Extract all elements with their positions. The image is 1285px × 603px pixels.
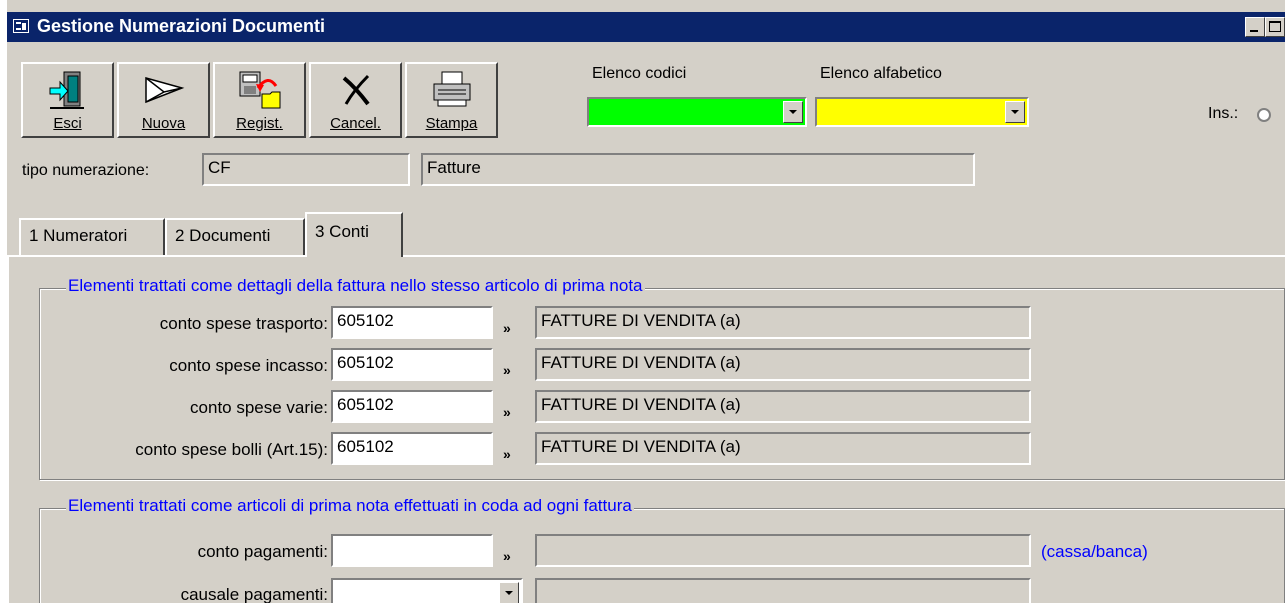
save-register-icon — [239, 71, 280, 109]
conto-pagamenti-description — [535, 534, 1031, 567]
tab-documenti-label: 2 Documenti — [175, 226, 271, 245]
maximize-icon — [1269, 21, 1281, 32]
row-label: conto pagamenti: — [197, 542, 328, 561]
causale-pagamenti-combo[interactable] — [331, 578, 523, 603]
group-articoli-title: Elementi trattati come articoli di prima… — [66, 496, 634, 516]
tipo-description-field[interactable]: Fatture — [421, 153, 975, 186]
lookup-chevron-icon[interactable]: » — [503, 362, 511, 378]
nuova-label: Nuova — [141, 115, 186, 132]
conto-incasso-description: FATTURE DI VENDITA (a) — [535, 348, 1031, 381]
stampa-label: Stampa — [425, 115, 478, 132]
tipo-code-field[interactable]: CF — [202, 153, 410, 186]
tab-conti-label: 3 Conti — [315, 222, 369, 241]
esci-button[interactable]: Esci — [21, 62, 114, 138]
delete-x-icon — [342, 74, 370, 106]
window-title: Gestione Numerazioni Documenti — [37, 16, 326, 36]
row-label: conto spese bolli (Art.15): — [135, 440, 328, 459]
form-icon — [13, 19, 29, 33]
exit-door-icon — [49, 71, 84, 109]
esci-label: Esci — [53, 115, 82, 132]
printer-icon — [433, 71, 470, 107]
cancel-label: Cancel. — [330, 115, 381, 132]
ins-label: Ins.: — [1208, 105, 1239, 122]
lookup-chevron-icon[interactable]: » — [503, 320, 511, 336]
row-label: conto spese trasporto: — [159, 314, 328, 333]
lookup-chevron-icon[interactable]: » — [503, 404, 511, 420]
stampa-button[interactable]: Stampa — [405, 62, 498, 138]
minimize-icon — [1250, 30, 1258, 32]
cancel-button[interactable]: Cancel. — [309, 62, 402, 138]
elenco-codici-combo[interactable] — [587, 97, 807, 127]
conto-pagamenti-field[interactable] — [331, 534, 493, 567]
window-edge — [0, 0, 7, 603]
elenco-alfabetico-label: Elenco alfabetico — [820, 65, 942, 82]
tipo-numerazione-label: tipo numerazione: — [22, 162, 150, 179]
tab-numeratori[interactable]: 1 Numeratori — [19, 218, 165, 255]
group-dettagli-title: Elementi trattati come dettagli della fa… — [66, 276, 645, 296]
conto-varie-description: FATTURE DI VENDITA (a) — [535, 390, 1031, 423]
title-bar[interactable]: Gestione Numerazioni Documenti — [7, 12, 1285, 42]
tab-numeratori-label: 1 Numeratori — [29, 226, 128, 245]
lookup-chevron-icon[interactable]: » — [503, 446, 511, 462]
tab-documenti[interactable]: 2 Documenti — [165, 218, 305, 255]
chevron-down-icon[interactable] — [1005, 101, 1025, 123]
lookup-chevron-icon[interactable]: » — [503, 548, 511, 564]
row-label: conto spese varie: — [190, 398, 328, 417]
conto-trasporto-field[interactable]: 605102 — [331, 306, 493, 339]
elenco-alfabetico-combo[interactable] — [815, 97, 1029, 127]
chevron-down-icon[interactable] — [783, 101, 803, 123]
conto-varie-field[interactable]: 605102 — [331, 390, 493, 423]
row-label: causale pagamenti: — [180, 585, 328, 603]
regist-label: Regist. — [236, 115, 283, 132]
conto-bolli-description: FATTURE DI VENDITA (a) — [535, 432, 1031, 465]
conto-bolli-field[interactable]: 605102 — [331, 432, 493, 465]
nuova-button[interactable]: Nuova — [117, 62, 210, 138]
chevron-down-icon[interactable] — [499, 582, 519, 603]
row-label: conto spese incasso: — [169, 356, 328, 375]
ins-radio[interactable] — [1257, 108, 1271, 122]
maximize-button[interactable] — [1265, 17, 1285, 37]
conto-trasporto-description: FATTURE DI VENDITA (a) — [535, 306, 1031, 339]
tab-conti[interactable]: 3 Conti — [305, 212, 403, 257]
new-envelope-icon — [144, 77, 184, 104]
app-window: Gestione Numerazioni Documenti Esci Nuov… — [0, 0, 1285, 603]
minimize-button[interactable] — [1245, 17, 1265, 37]
causale-pagamenti-description — [535, 578, 1031, 603]
cassa-banca-note: (cassa/banca) — [1041, 542, 1148, 561]
regist-button[interactable]: Regist. — [213, 62, 306, 138]
elenco-codici-label: Elenco codici — [592, 65, 687, 82]
conto-incasso-field[interactable]: 605102 — [331, 348, 493, 381]
